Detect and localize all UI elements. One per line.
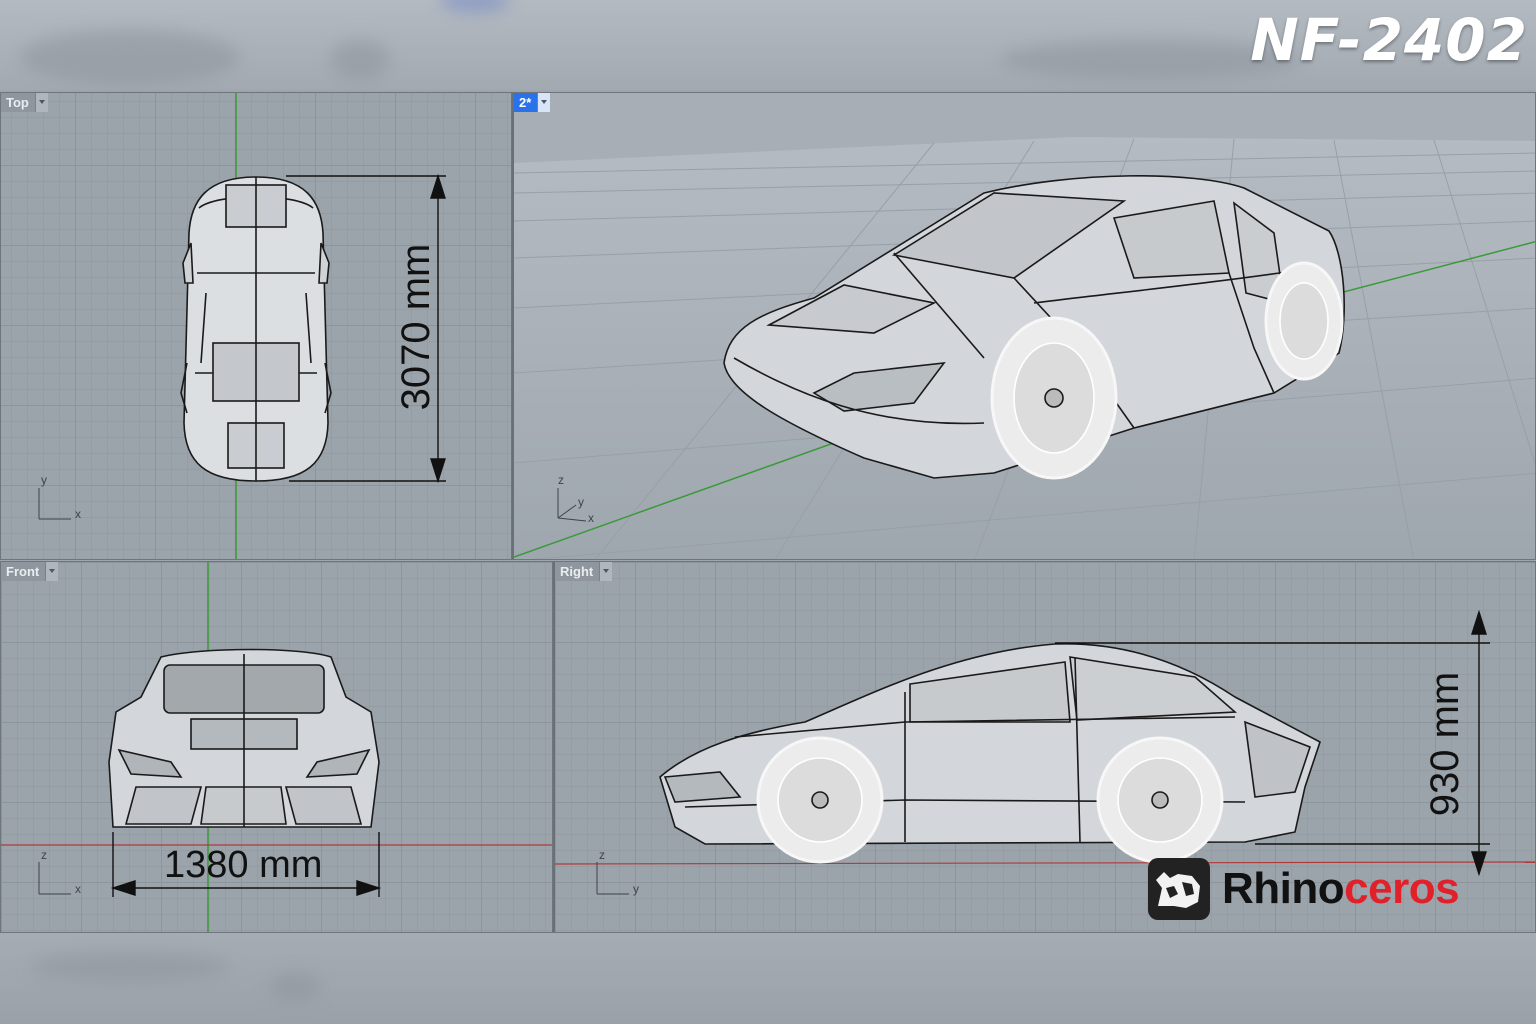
axis-widget-right xyxy=(596,862,629,895)
viewport-title: Front xyxy=(1,562,46,581)
car-front-view xyxy=(108,648,380,828)
axis-label-z: z xyxy=(599,848,605,862)
blurred-shape xyxy=(20,30,240,85)
viewport-tab-front[interactable]: Front xyxy=(1,562,59,581)
rhinoceros-logo: Rhinoceros xyxy=(1148,858,1460,920)
viewport-tab-perspective[interactable]: 2* xyxy=(514,93,551,112)
car-side-view xyxy=(659,643,1321,864)
viewport-menu-arrow-icon[interactable] xyxy=(34,93,48,112)
blurred-shape xyxy=(30,952,230,982)
rhino-head-icon xyxy=(1148,858,1210,920)
axis-label-x: x xyxy=(588,511,594,525)
viewport-menu-arrow-icon[interactable] xyxy=(537,93,551,112)
viewport-menu-arrow-icon[interactable] xyxy=(45,562,59,581)
axis-label-y: y xyxy=(41,473,47,487)
car-top-view xyxy=(180,176,332,482)
viewport-perspective[interactable]: 2* z y x xyxy=(512,92,1536,560)
viewport-top[interactable]: Top 3070 mm y x xyxy=(0,92,512,560)
viewport-tab-right[interactable]: Right xyxy=(555,562,613,581)
axis-label-y: y xyxy=(633,882,639,896)
blurred-shape xyxy=(440,0,510,12)
blurred-footer-background xyxy=(0,932,1536,1024)
perspective-view-drawing xyxy=(514,137,1535,559)
axis-widget-front xyxy=(38,862,71,895)
dimension-label-length: 3070 mm xyxy=(394,243,438,411)
rhinoceros-wordmark: Rhinoceros xyxy=(1222,864,1460,914)
axis-widget-top xyxy=(38,488,71,520)
logo-word-dark: Rhino xyxy=(1222,864,1345,913)
viewport-title: 2* xyxy=(514,93,538,112)
logo-word-red: ceros xyxy=(1344,864,1460,913)
viewport-title: Top xyxy=(1,93,35,112)
blurred-shape xyxy=(330,40,390,80)
viewport-title: Right xyxy=(555,562,600,581)
viewport-front[interactable]: Front 1380 mm z x xyxy=(0,561,553,933)
axis-label-x: x xyxy=(75,507,81,521)
axis-label-y: y xyxy=(578,495,584,509)
blurred-shape xyxy=(270,972,320,1002)
viewport-tab-top[interactable]: Top xyxy=(1,93,48,112)
axis-label-x: x xyxy=(75,882,81,896)
product-code: NF-2402 xyxy=(1250,6,1528,74)
dimension-label-height: 930 mm xyxy=(1423,671,1467,817)
axis-label-z: z xyxy=(41,848,47,862)
viewport-menu-arrow-icon[interactable] xyxy=(599,562,613,581)
dimension-label-width: 1380 mm xyxy=(164,844,323,886)
axis-label-z: z xyxy=(558,473,564,487)
